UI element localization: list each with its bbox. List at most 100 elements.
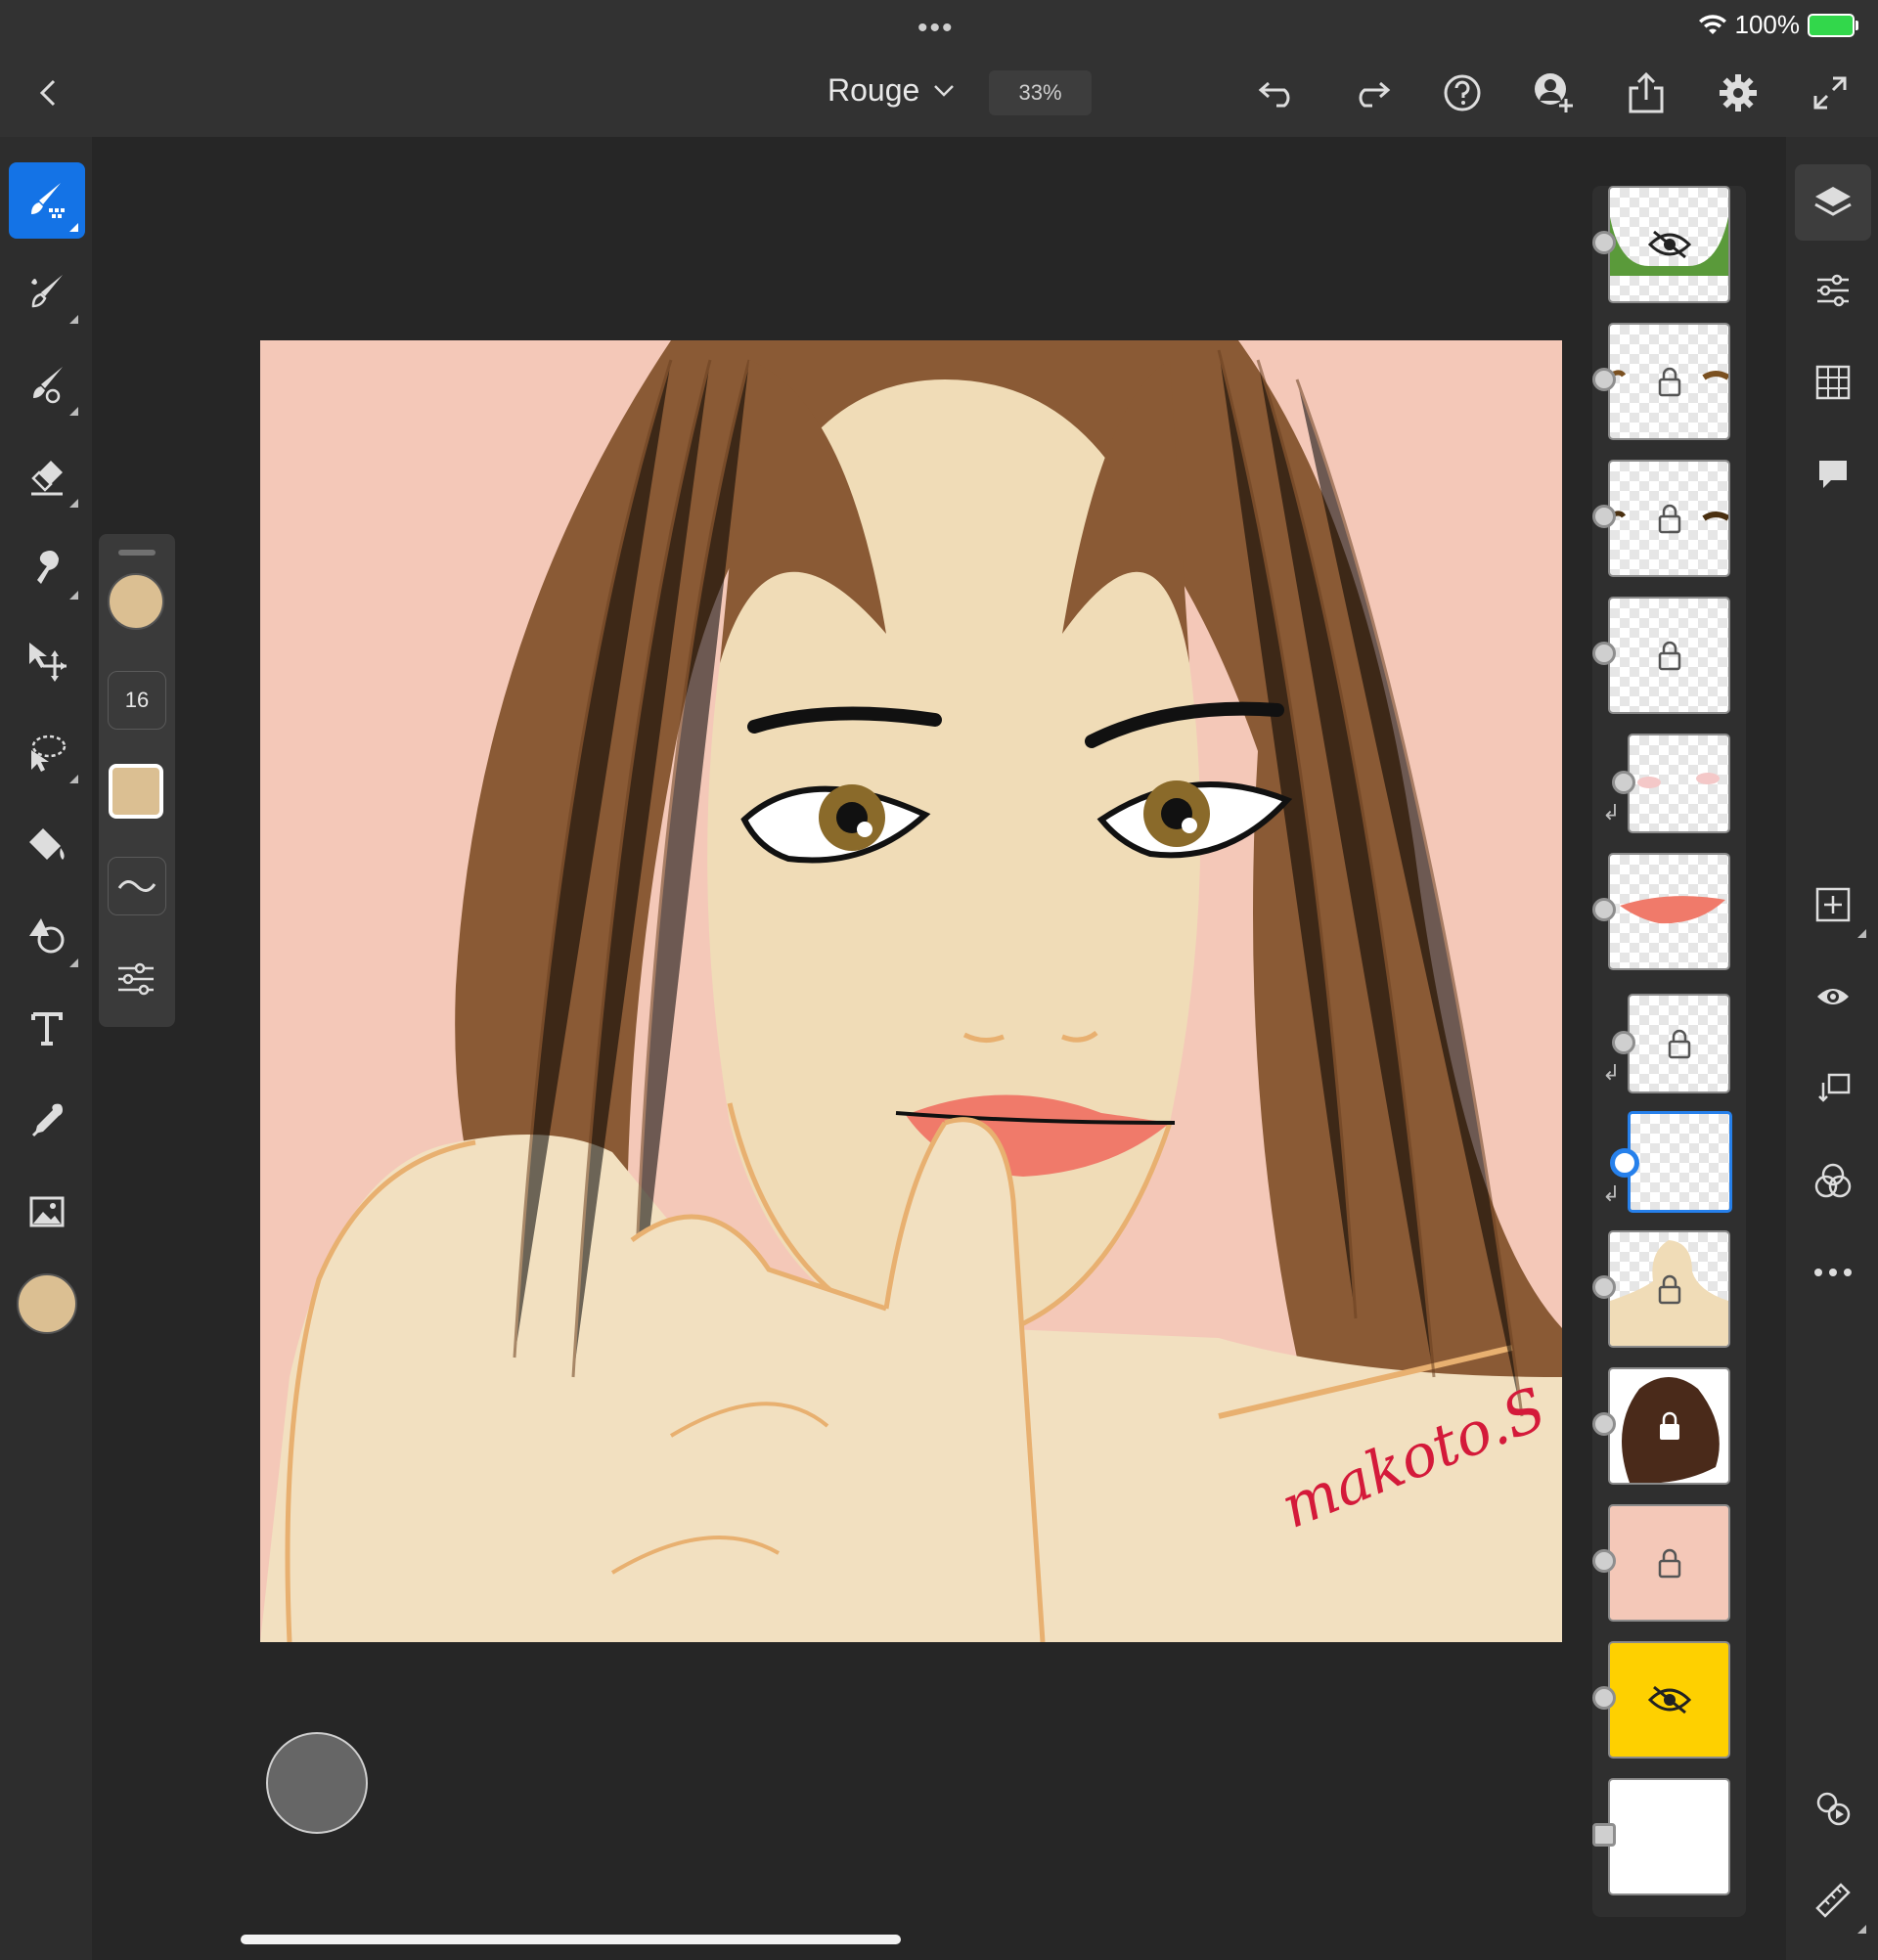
lasso-tool[interactable]: [9, 714, 85, 790]
canvas-artwork[interactable]: makoto.S: [260, 340, 1562, 1642]
battery-icon: [1808, 13, 1858, 37]
menu-indicator: [1857, 1925, 1866, 1934]
cloud-sync-button[interactable]: [1795, 1770, 1871, 1847]
pixel-brush-icon: [31, 183, 65, 218]
eraser-icon: [31, 461, 63, 496]
lock-icon: [1658, 1548, 1680, 1579]
place-image-tool[interactable]: [9, 1174, 85, 1250]
layer-thumbnail-selected[interactable]: [1628, 1111, 1732, 1213]
ruler-button[interactable]: [1795, 1862, 1871, 1938]
text-tool[interactable]: [9, 990, 85, 1066]
chevron-left-icon: [39, 79, 56, 107]
fullscreen-button[interactable]: [1804, 67, 1856, 119]
eraser-tool[interactable]: [9, 438, 85, 514]
grid-button[interactable]: [1795, 344, 1871, 421]
layer-properties-button[interactable]: [1795, 252, 1871, 329]
layer-select-radio[interactable]: [1612, 1031, 1635, 1054]
brush-color-swatch: [108, 573, 164, 630]
layer-thumbnail[interactable]: [1608, 1504, 1730, 1622]
comments-button[interactable]: [1795, 436, 1871, 512]
move-icon: [29, 643, 67, 682]
multitask-dots[interactable]: •••: [917, 12, 955, 45]
image-layer-indicator[interactable]: [1592, 1823, 1616, 1847]
shape-tool[interactable]: [9, 898, 85, 974]
share-button[interactable]: [1620, 67, 1673, 119]
layer-thumbnail[interactable]: [1608, 597, 1730, 714]
tool-variant-indicator: [69, 775, 78, 783]
layer-thumbnail[interactable]: [1608, 1641, 1730, 1759]
eyedropper-icon: [31, 1103, 63, 1137]
comment-icon: [1819, 461, 1847, 488]
pixel-brush-tool[interactable]: [9, 162, 85, 239]
layer-thumbnail[interactable]: [1608, 1778, 1730, 1895]
blend-mode-button[interactable]: [1795, 1142, 1871, 1219]
brush-size-button[interactable]: 16: [108, 671, 166, 730]
brush-swatch-button[interactable]: [108, 763, 164, 820]
zoom-level[interactable]: 33%: [989, 70, 1092, 115]
layer-thumbnail[interactable]: [1608, 1230, 1730, 1348]
back-button[interactable]: [22, 67, 74, 119]
layer-select-radio[interactable]: [1612, 771, 1635, 794]
layer-thumbnail[interactable]: [1628, 734, 1730, 833]
layer-visibility-button[interactable]: [1795, 958, 1871, 1035]
layer-select-radio[interactable]: [1592, 1412, 1616, 1436]
smudge-tool[interactable]: [9, 530, 85, 606]
layers-button[interactable]: [1795, 164, 1871, 241]
layer-select-radio-active[interactable]: [1610, 1148, 1639, 1178]
add-layer-button[interactable]: [1795, 867, 1871, 943]
fill-tool[interactable]: [9, 806, 85, 882]
layer-thumbnail[interactable]: [1608, 186, 1730, 303]
layer-thumbnail[interactable]: [1628, 994, 1730, 1093]
eyedropper-tool[interactable]: [9, 1082, 85, 1158]
help-button[interactable]: [1436, 67, 1489, 119]
clip-mask-icon: [1818, 1073, 1851, 1102]
brush-properties-panel: 16: [99, 534, 175, 1027]
layer-preview: [1620, 896, 1725, 924]
layer-select-radio[interactable]: [1592, 1686, 1616, 1710]
layer-select-radio[interactable]: [1592, 642, 1616, 665]
layer-select-radio[interactable]: [1592, 368, 1616, 391]
layer-thumbnail[interactable]: [1608, 323, 1730, 440]
redo-button[interactable]: [1344, 67, 1397, 119]
tool-variant-indicator: [69, 499, 78, 508]
layer-thumbnail[interactable]: [1608, 853, 1730, 970]
layer-select-radio[interactable]: [1592, 505, 1616, 528]
document-name-dropdown[interactable]: Rouge: [827, 72, 955, 109]
paint-brush-tool[interactable]: [9, 254, 85, 331]
mixer-brush-tool[interactable]: [9, 346, 85, 423]
lock-icon: [1658, 504, 1680, 534]
color-picker-button[interactable]: [9, 1266, 85, 1342]
image-icon: [29, 1196, 65, 1227]
redo-icon: [1359, 81, 1391, 108]
layer-select-radio[interactable]: [1592, 1275, 1616, 1299]
layer-select-radio[interactable]: [1592, 1549, 1616, 1573]
clipping-mask-icon: ↲: [1602, 800, 1621, 824]
brush-smoothing-button[interactable]: [108, 857, 166, 915]
panel-drag-handle[interactable]: [118, 550, 156, 556]
lock-icon: [1658, 641, 1680, 671]
brush-color-button[interactable]: [108, 573, 164, 630]
shape-icon: [29, 918, 65, 954]
layer-select-radio[interactable]: [1592, 898, 1616, 921]
blend-icon: [1814, 1163, 1852, 1198]
undo-button[interactable]: [1252, 67, 1305, 119]
clipping-mask-button[interactable]: [1795, 1050, 1871, 1127]
layer-preview: [1637, 773, 1720, 788]
more-options-button[interactable]: [1795, 1234, 1871, 1311]
home-indicator[interactable]: [241, 1935, 901, 1944]
wifi-icon: [1698, 14, 1726, 34]
layer-thumbnail[interactable]: [1608, 460, 1730, 577]
tool-variant-indicator: [69, 591, 78, 600]
touch-shortcut-button[interactable]: [266, 1732, 368, 1834]
battery-percent: 100%: [1734, 10, 1801, 39]
tool-variant-indicator: [69, 407, 78, 416]
sync-icon: [1816, 1792, 1851, 1826]
smudge-icon: [37, 551, 59, 584]
paint-bucket-icon: [29, 828, 65, 860]
brush-settings-button[interactable]: [108, 951, 164, 1007]
invite-button[interactable]: [1528, 67, 1581, 119]
layer-thumbnail[interactable]: [1608, 1367, 1730, 1485]
move-tool[interactable]: [9, 622, 85, 698]
settings-button[interactable]: [1712, 67, 1765, 119]
layer-select-radio[interactable]: [1592, 231, 1616, 254]
